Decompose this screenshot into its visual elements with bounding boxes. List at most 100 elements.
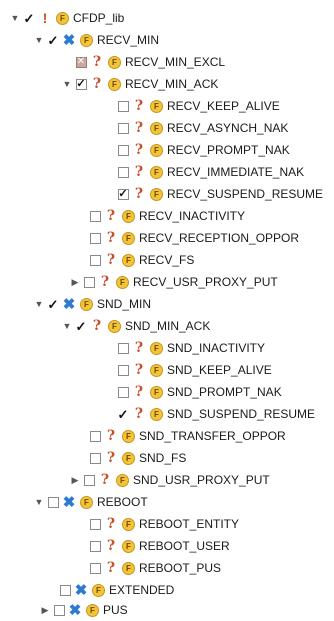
tree-row-recv-min[interactable]: ▼ RECV_MIN (32, 29, 159, 51)
check-state[interactable] (116, 403, 130, 425)
tree-row-snd-keep-alive[interactable]: SND_KEEP_ALIVE (116, 359, 272, 381)
checkbox[interactable] (88, 249, 102, 271)
tree-row-recv-keep-alive[interactable]: RECV_KEEP_ALIVE (116, 95, 280, 117)
tree-item-label: EXTENDED (109, 583, 175, 597)
feature-f-icon (122, 209, 135, 223)
question-icon (98, 275, 112, 289)
tree-row-snd-prompt-nak[interactable]: SND_PROMPT_NAK (116, 381, 282, 403)
question-icon (132, 99, 146, 113)
tree-row-reboot-user[interactable]: REBOOT_USER (88, 535, 230, 557)
triangle-down-icon[interactable]: ▼ (60, 315, 74, 337)
triangle-down-icon[interactable]: ▼ (32, 293, 46, 315)
question-icon (104, 231, 118, 245)
question-icon (104, 517, 118, 531)
feature-f-icon (150, 99, 163, 113)
checkbox[interactable] (116, 117, 130, 139)
triangle-down-icon[interactable]: ▼ (32, 29, 46, 51)
checkbox-checked[interactable] (74, 73, 88, 95)
tree-item-label: RECV_FS (139, 253, 195, 267)
check-state[interactable] (22, 7, 36, 29)
tree-row-pus[interactable]: ▶ PUS (38, 599, 128, 621)
tree-row-recv-usr-proxy-put[interactable]: ▶ RECV_USR_PROXY_PUT (68, 271, 278, 293)
feature-f-icon (80, 495, 93, 509)
triangle-right-icon[interactable]: ▶ (68, 469, 82, 491)
question-icon (90, 55, 104, 69)
question-icon (132, 385, 146, 399)
checkbox[interactable] (82, 469, 96, 491)
triangle-down-icon[interactable]: ▼ (60, 73, 74, 95)
question-icon (132, 187, 146, 201)
tree-row-snd-fs[interactable]: SND_FS (88, 447, 186, 469)
tree-item-label: SND_PROMPT_NAK (167, 385, 282, 399)
checkbox[interactable] (88, 205, 102, 227)
checkbox[interactable] (82, 271, 96, 293)
tree-row-reboot[interactable]: ▼ REBOOT (32, 491, 148, 513)
checkbox-checked[interactable] (116, 183, 130, 205)
checkbox[interactable] (58, 579, 72, 601)
tree-row-recv-inactivity[interactable]: RECV_INACTIVITY (88, 205, 245, 227)
tree-row-snd-inactivity[interactable]: SND_INACTIVITY (116, 337, 265, 359)
question-icon (90, 77, 104, 91)
tree-row-cfdp-lib[interactable]: ▼ CFDP_lib (8, 7, 125, 29)
tree-row-recv-reception-oppor[interactable]: RECV_RECEPTION_OPPOR (88, 227, 299, 249)
tree-row-snd-usr-proxy-put[interactable]: ▶ SND_USR_PROXY_PUT (68, 469, 270, 491)
tree-item-label: REBOOT_PUS (139, 561, 222, 575)
feature-f-icon (150, 143, 163, 157)
check-state[interactable] (46, 293, 60, 315)
tree-row-reboot-pus[interactable]: REBOOT_PUS (88, 557, 221, 579)
question-icon (132, 363, 146, 377)
tree-row-recv-prompt-nak[interactable]: RECV_PROMPT_NAK (116, 139, 290, 161)
feature-f-icon (122, 517, 135, 531)
tree-row-reboot-entity[interactable]: REBOOT_ENTITY (88, 513, 239, 535)
checkbox[interactable] (88, 557, 102, 579)
checkbox[interactable] (116, 359, 130, 381)
tree-row-recv-immediate-nak[interactable]: RECV_IMMEDIATE_NAK (116, 161, 304, 183)
checkbox[interactable] (116, 337, 130, 359)
tree-item-label: RECV_MIN_EXCL (125, 55, 226, 69)
tree-item-label: REBOOT_USER (139, 539, 230, 553)
tree-item-label: SND_KEEP_ALIVE (167, 363, 272, 377)
tree-row-recv-min-excl[interactable]: RECV_MIN_EXCL (74, 51, 225, 73)
tree-row-snd-suspend-resume[interactable]: SND_SUSPEND_RESUME (116, 403, 315, 425)
tree-row-recv-suspend-resume[interactable]: RECV_SUSPEND_RESUME (116, 183, 323, 205)
checkbox[interactable] (52, 599, 66, 621)
checkbox[interactable] (88, 447, 102, 469)
tree-item-label: SND_MIN (97, 297, 152, 311)
tree-item-label: RECV_IMMEDIATE_NAK (167, 165, 305, 179)
check-state[interactable] (74, 315, 88, 337)
checkbox[interactable] (116, 381, 130, 403)
tree-row-recv-min-ack[interactable]: ▼ RECV_MIN_ACK (60, 73, 219, 95)
tree-item-label: REBOOT_ENTITY (139, 517, 240, 531)
checkbox[interactable] (116, 95, 130, 117)
tree-item-label: SND_TRANSFER_OPPOR (139, 429, 286, 443)
checkbox[interactable] (88, 535, 102, 557)
triangle-down-icon[interactable]: ▼ (32, 491, 46, 513)
tree-item-label: RECV_PROMPT_NAK (167, 143, 290, 157)
feature-f-icon (108, 55, 121, 69)
tree-row-recv-asynch-nak[interactable]: RECV_ASYNCH_NAK (116, 117, 288, 139)
checkbox[interactable] (116, 139, 130, 161)
tree-item-label: SND_SUSPEND_RESUME (167, 407, 316, 421)
checkbox[interactable] (46, 491, 60, 513)
feature-f-icon (150, 121, 163, 135)
tree-item-label: RECV_MIN (97, 33, 160, 47)
feature-f-icon (80, 33, 93, 47)
tree-row-snd-transfer-oppor[interactable]: SND_TRANSFER_OPPOR (88, 425, 286, 447)
check-state[interactable] (46, 29, 60, 51)
checkbox[interactable] (88, 425, 102, 447)
tree-row-recv-fs[interactable]: RECV_FS (88, 249, 194, 271)
tree-row-snd-min[interactable]: ▼ SND_MIN (32, 293, 151, 315)
tree-row-snd-min-ack[interactable]: ▼ SND_MIN_ACK (60, 315, 211, 337)
checkbox[interactable] (116, 161, 130, 183)
feature-f-icon (122, 253, 135, 267)
triangle-right-icon[interactable]: ▶ (38, 599, 52, 621)
checkbox-excluded[interactable] (74, 51, 88, 73)
question-icon (104, 561, 118, 575)
feature-f-icon (122, 539, 135, 553)
triangle-right-icon[interactable]: ▶ (68, 271, 82, 293)
checkbox[interactable] (88, 513, 102, 535)
tree-row-extended[interactable]: EXTENDED (58, 579, 174, 601)
feature-tree: ▼ CFDP_lib ▼ RECV_MIN RECV_MIN_EXCL ▼ RE… (0, 0, 334, 617)
checkbox[interactable] (88, 227, 102, 249)
triangle-down-icon[interactable]: ▼ (8, 7, 22, 29)
